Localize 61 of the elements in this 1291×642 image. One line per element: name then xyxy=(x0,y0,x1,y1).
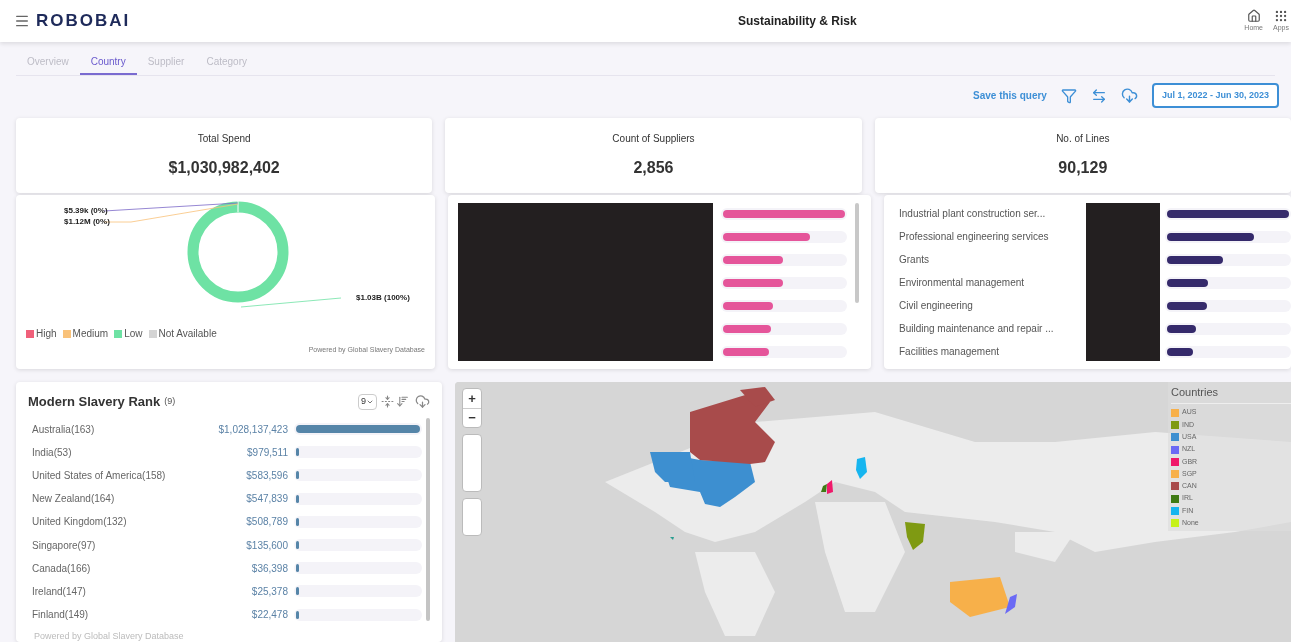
category-label: Environmental management xyxy=(899,276,1026,290)
grid-icon xyxy=(1274,8,1288,23)
country-name: New Zealand(164) xyxy=(32,492,116,507)
country-name: Ireland(147) xyxy=(32,584,87,599)
row-count: (9) xyxy=(164,395,176,408)
category-label: Professional engineering services xyxy=(899,230,1050,244)
tab[interactable]: Country xyxy=(79,50,137,75)
country-name: Canada(166) xyxy=(32,561,92,576)
country-name: United Kingdom(132) xyxy=(32,515,128,530)
spend-value: $583,596 xyxy=(245,468,289,483)
sort-icon[interactable] xyxy=(396,395,409,409)
category-label: Building maintenance and repair ... xyxy=(899,322,1055,336)
spend-value: $36,398 xyxy=(250,561,289,576)
kpi-label: Count of Suppliers xyxy=(612,132,695,146)
download-icon[interactable] xyxy=(415,394,430,410)
legend-label: Low xyxy=(124,327,143,341)
kpi-value: 90,129 xyxy=(1058,158,1108,178)
legend-title: Countries xyxy=(1171,384,1291,404)
legend-label: Medium xyxy=(72,327,109,341)
map-control[interactable] xyxy=(462,434,482,492)
data-label: $1.03B (100%) xyxy=(356,292,410,304)
spend-value: $979,511 xyxy=(246,445,289,460)
save-query-link[interactable]: Save this query xyxy=(973,88,1047,104)
kpi-label: No. of Lines xyxy=(1056,132,1110,146)
logo[interactable]: ROBOBAI xyxy=(36,8,131,34)
zoom-in-button[interactable]: + xyxy=(463,389,481,408)
spend-value: $1,028,137,423 xyxy=(217,422,289,437)
category-label: Civil engineering xyxy=(899,299,974,313)
kpi-value: $1,030,982,402 xyxy=(168,158,280,178)
page-title: Sustainability & Risk xyxy=(736,13,858,30)
swap-icon[interactable] xyxy=(1090,87,1107,104)
filter-icon[interactable] xyxy=(1060,87,1077,104)
data-label: $5.39k (0%) xyxy=(64,205,108,217)
menu-icon[interactable] xyxy=(14,13,30,29)
country-name: India(53) xyxy=(32,445,73,460)
category-label: Grants xyxy=(899,253,930,267)
country-name: United States of America(158) xyxy=(32,468,167,483)
spend-value: $508,789 xyxy=(245,515,289,530)
category-label: Facilities management xyxy=(899,345,1001,359)
category-label: Industrial plant construction ser... xyxy=(899,207,1047,221)
kpi-value: 2,856 xyxy=(633,158,674,178)
kpi-label: Total Spend xyxy=(197,132,251,146)
country-name: Australia(163) xyxy=(32,422,96,437)
spend-value: $135,600 xyxy=(245,538,289,553)
country-name: Singapore(97) xyxy=(32,538,97,553)
card-title: Modern Slavery Rank xyxy=(28,393,161,411)
expand-icon[interactable] xyxy=(381,395,394,409)
map-control[interactable] xyxy=(462,498,482,536)
home-icon xyxy=(1246,8,1261,23)
legend-label: High xyxy=(36,327,57,341)
legend-label: Not Available xyxy=(158,327,217,341)
page-size-select[interactable]: 9 xyxy=(358,393,377,410)
attribution-text: Powered by Global Slavery Database xyxy=(33,630,185,642)
zoom-out-button[interactable]: − xyxy=(463,408,481,427)
download-icon[interactable] xyxy=(1120,87,1138,105)
country-name: Finland(149) xyxy=(32,608,90,623)
spend-value: $547,839 xyxy=(245,492,289,507)
spend-value: $25,378 xyxy=(250,584,289,599)
date-range-button[interactable]: Jul 1, 2022 - Jun 30, 2023 xyxy=(1151,83,1279,109)
spend-value: $22,478 xyxy=(250,608,289,623)
data-label: $1.12M (0%) xyxy=(64,216,110,228)
